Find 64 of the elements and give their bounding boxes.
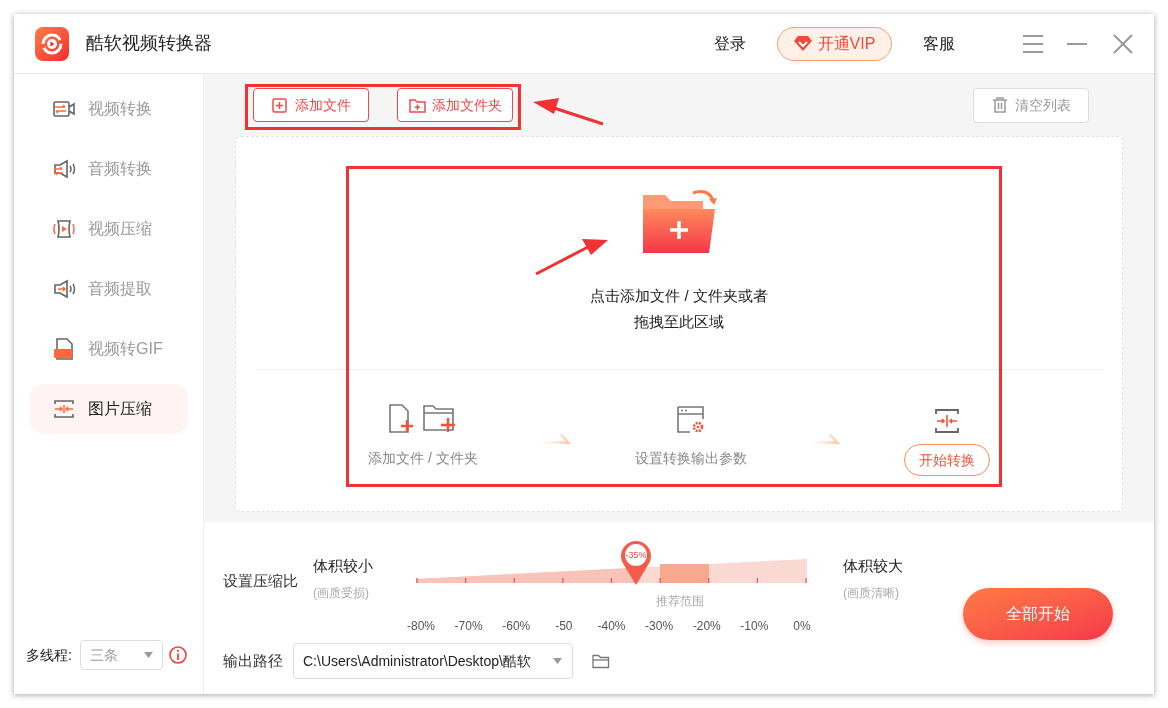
video-compress-icon [52,218,76,240]
add-folder-button[interactable]: 添加文件夹 [397,88,513,122]
sidebar-item[interactable]: 图片压缩 [30,384,188,434]
tick-label: 0% [792,618,812,635]
output-path-dropdown[interactable]: C:\Users\Administrator\Desktop\酷软 [293,643,573,679]
compression-slider[interactable]: -35% [416,537,807,587]
speaker-convert-icon [52,158,76,180]
max-size-note: (画质清晰) [843,585,900,602]
step-label: 设置转换输出参数 [634,449,747,468]
login-link[interactable]: 登录 [714,31,746,56]
trash-icon [991,97,1008,113]
gif-file-icon [52,338,76,360]
sidebar-item[interactable]: 视频转GIF [30,324,188,374]
menu-icon[interactable] [1022,33,1044,54]
threads-label: 多线程: [26,645,72,665]
caret-icon [553,658,562,664]
vip-button[interactable]: 开通VIP [777,26,892,61]
settings-window-icon [676,406,705,434]
tick-label: -70% [453,618,484,635]
speaker-arrow-icon [52,278,76,300]
drop-prompt: 拖拽至此区域 [634,312,724,332]
drop-zone[interactable]: 点击添加文件 / 文件夹或者 拖拽至此区域 添加文件 / 文件夹 设置转换输出参数 开始转换 [235,136,1123,512]
annotation-arrow [533,98,604,126]
compression-label: 设置压缩比 [223,571,299,591]
compress-icon [934,408,960,434]
app-logo-icon [35,26,69,61]
clear-list-button[interactable]: 清空列表 [973,87,1089,123]
slider-handle[interactable]: -35% [619,539,652,585]
plus-square-icon [271,97,287,113]
folder-plus-icon [422,404,458,434]
sidebar-item[interactable]: 视频转换 [30,84,188,134]
drop-prompt: 点击添加文件 / 文件夹或者 [590,286,768,306]
caret-icon [143,652,153,658]
compress-icon [52,398,76,420]
tick-label: -50 [554,618,574,635]
tick-label: -30% [644,618,675,635]
threads-dropdown[interactable]: 三条 [79,640,163,670]
step-label: 添加文件 / 文件夹 [368,449,478,468]
close-icon[interactable] [1113,33,1133,54]
diamond-icon [793,36,812,51]
folder-plus-icon [641,187,717,255]
tick-label: -80% [406,618,436,635]
folder-plus-icon [408,97,426,113]
recommended-range-label: 推荐范围 [656,593,705,609]
add-file-button[interactable]: 添加文件 [253,88,369,122]
tick-label: -40% [596,618,627,635]
max-size-label: 体积较大 [843,556,903,576]
start-all-button[interactable]: 全部开始 [963,588,1113,640]
video-convert-icon [52,98,76,120]
file-plus-icon [388,404,415,434]
minimize-icon[interactable] [1067,41,1087,46]
tick-label: -10% [739,618,770,635]
tick-label: -20% [691,618,722,635]
sidebar-item[interactable]: 音频提取 [30,264,188,314]
customer-service-link[interactable]: 客服 [923,31,955,56]
output-path-label: 输出路径 [223,650,284,671]
sidebar-item[interactable]: 音频转换 [30,144,188,194]
window-title: 酷软视频转换器 [86,32,212,55]
tick-label: -60% [501,618,532,635]
min-size-note: (画质受损) [313,585,370,602]
min-size-label: 体积较小 [313,556,374,576]
folder-icon[interactable] [592,653,610,669]
info-icon[interactable] [168,646,187,664]
sidebar-item[interactable]: 视频压缩 [30,204,188,254]
